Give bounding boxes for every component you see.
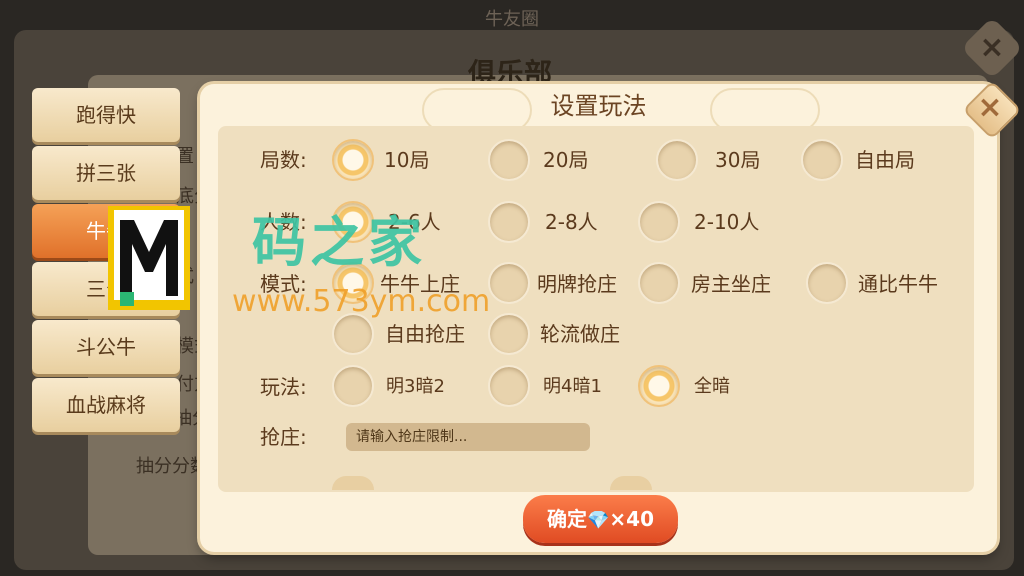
radio-mode-owner-banker[interactable] <box>638 262 680 304</box>
option-label: 明3暗2 <box>386 376 445 397</box>
radio-play-all-dark[interactable] <box>638 365 680 407</box>
radio-mode-free-rob[interactable] <box>332 313 374 355</box>
option-label: 通比牛牛 <box>858 272 938 296</box>
menu-item-dougongniu[interactable]: 斗公牛 <box>32 320 180 374</box>
option-label: 房主坐庄 <box>691 272 771 296</box>
dialog-title: 设置玩法 <box>550 92 647 120</box>
radio-mode-rotate-banker[interactable] <box>488 313 530 355</box>
close-button[interactable]: × <box>962 80 1022 140</box>
diamond-icon: 💎 <box>586 510 610 531</box>
background-label: 抽分分数 <box>136 456 208 477</box>
menu-item-pinsanzhang[interactable]: 拼三张 <box>32 146 180 200</box>
watermark-title: 码之家 <box>252 211 426 274</box>
radio-mode-tongbi[interactable] <box>806 262 848 304</box>
radio-play-4-1[interactable] <box>488 365 530 407</box>
radio-players-2-8[interactable] <box>488 201 530 243</box>
close-icon: × <box>979 30 1005 65</box>
watermark-logo <box>108 206 190 310</box>
play-label: 玩法: <box>260 375 307 399</box>
radio-players-2-10[interactable] <box>638 201 680 243</box>
option-label: 2-10人 <box>694 210 760 234</box>
background-title: 牛友圈 <box>485 9 539 30</box>
radio-rounds-30[interactable] <box>656 139 698 181</box>
rob-limit-input[interactable] <box>346 423 590 451</box>
rob-label: 抢庄: <box>260 425 307 449</box>
option-label: 明牌抢庄 <box>537 272 617 296</box>
confirm-button[interactable]: 确定💎×40 <box>523 495 678 543</box>
option-label: 20局 <box>543 148 589 172</box>
watermark-url: www.573ym.com <box>232 284 491 319</box>
background-close-button[interactable]: × <box>960 16 1024 80</box>
radio-mode-open-rob[interactable] <box>488 262 530 304</box>
menu-item-paodekuai[interactable]: 跑得快 <box>32 88 180 142</box>
option-label: 明4暗1 <box>543 376 602 397</box>
radio-rounds-20[interactable] <box>488 139 530 181</box>
confirm-label: 确定 <box>546 507 587 531</box>
rounds-label: 局数: <box>260 148 307 172</box>
option-label: 30局 <box>715 148 761 172</box>
option-label: 自由局 <box>855 148 915 172</box>
radio-partial[interactable] <box>332 476 374 490</box>
radio-rounds-free[interactable] <box>801 139 843 181</box>
radio-partial[interactable] <box>610 476 652 490</box>
close-icon: × <box>977 90 1003 125</box>
option-label: 2-8人 <box>545 210 598 234</box>
option-label: 轮流做庄 <box>540 322 620 346</box>
option-label: 自由抢庄 <box>385 322 465 346</box>
confirm-cost: ×40 <box>609 507 654 531</box>
option-label: 全暗 <box>694 376 730 397</box>
menu-item-xuezhan-majiang[interactable]: 血战麻将 <box>32 378 180 432</box>
radio-rounds-10[interactable] <box>332 139 374 181</box>
radio-play-3-2[interactable] <box>332 365 374 407</box>
option-label: 10局 <box>384 148 430 172</box>
